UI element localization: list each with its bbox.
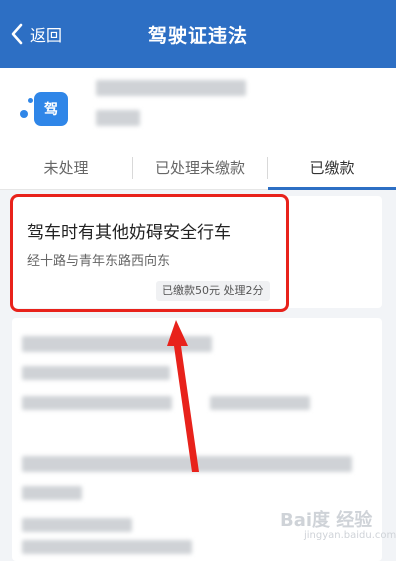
watermark-url: jingyan.baidu.com — [304, 530, 396, 541]
blurred-license-number — [96, 110, 140, 126]
license-icon-dot — [20, 110, 28, 118]
license-icon-dot — [28, 98, 33, 103]
license-badge: 驾 — [34, 92, 68, 126]
blurred-text — [22, 336, 212, 352]
blurred-text — [22, 366, 170, 380]
tab-unprocessed[interactable]: 未处理 — [0, 148, 132, 190]
tab-divider — [267, 157, 268, 179]
tab-paid[interactable]: 已缴款 — [268, 148, 396, 190]
blurred-text — [22, 396, 172, 410]
blurred-text — [22, 540, 192, 554]
blurred-text — [22, 486, 82, 500]
tab-divider — [132, 157, 133, 179]
license-profile: 驾 — [0, 68, 396, 148]
blurred-name — [96, 80, 246, 96]
page-title: 驾驶证违法 — [147, 25, 248, 47]
blurred-text — [210, 396, 310, 410]
blurred-text — [22, 456, 352, 472]
blurred-text — [22, 518, 132, 532]
tab-processed-unpaid[interactable]: 已处理未缴款 — [133, 148, 267, 190]
watermark-logo: Bai度 经验 — [280, 510, 373, 531]
active-tab-indicator — [268, 187, 396, 190]
app-header: 返回 驾驶证违法 — [0, 0, 396, 68]
status-tabs: 未处理 已处理未缴款 已缴款 — [0, 148, 396, 190]
highlight-box — [10, 194, 289, 312]
